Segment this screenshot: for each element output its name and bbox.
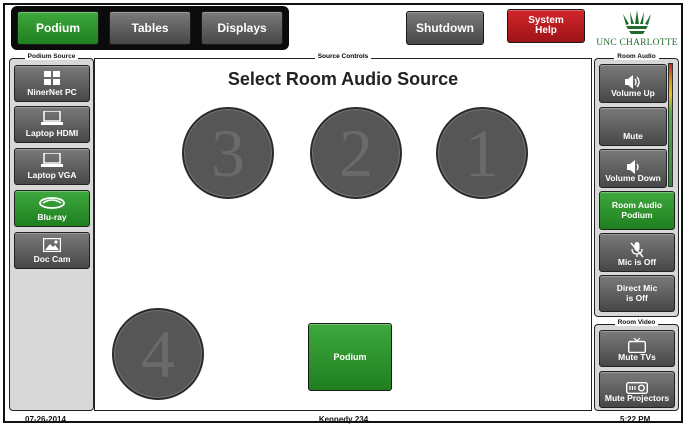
source-number: 1 — [465, 114, 499, 191]
image-icon — [43, 238, 61, 252]
volume-up-label: Volume Up — [611, 87, 655, 98]
room-video-panel: Room Video Mute TVs Mute Projectors — [594, 319, 679, 411]
source-number: 3 — [211, 114, 245, 191]
mute-tvs-button[interactable]: Mute TVs — [599, 330, 675, 367]
crown-logo-icon — [623, 10, 651, 34]
podium-source-panel: Podium Source NinerNet PC Laptop HDMI La… — [9, 53, 94, 411]
room-audio-title: Room Audio — [614, 53, 659, 60]
source-number: 4 — [141, 315, 175, 392]
nav-displays-button[interactable]: Displays — [201, 11, 283, 45]
volume-up-button[interactable]: Volume Up — [599, 64, 667, 103]
source-ninernet-pc-button[interactable]: NinerNet PC — [14, 65, 90, 102]
page-title: Select Room Audio Source — [227, 69, 459, 89]
source-label: Laptop HDMI — [25, 128, 79, 138]
audio-source-2-button[interactable]: 2 — [310, 107, 402, 199]
nav-podium-button[interactable]: Podium — [17, 11, 99, 45]
source-number: 2 — [339, 114, 373, 191]
room-audio-podium-button[interactable]: Room Audio Podium — [599, 191, 675, 230]
source-label: Laptop VGA — [27, 170, 77, 180]
mute-tvs-label: Mute TVs — [618, 351, 656, 362]
tv-icon — [628, 337, 646, 353]
source-label: NinerNet PC — [27, 87, 77, 97]
top-nav-bar: Podium Tables Displays — [11, 6, 289, 50]
laptop-icon — [41, 153, 63, 167]
source-doc-cam-button[interactable]: Doc Cam — [14, 232, 90, 269]
logo-text: UNC CHARLOTTE — [596, 38, 678, 48]
unc-charlotte-logo: UNC CHARLOTTE — [593, 10, 681, 52]
source-laptop-hdmi-button[interactable]: Laptop HDMI — [14, 106, 90, 143]
mute-projectors-label: Mute Projectors — [604, 392, 670, 403]
source-bluray-button[interactable]: Blu-ray — [14, 190, 90, 227]
system-help-button[interactable]: System Help — [507, 9, 585, 43]
source-laptop-vga-button[interactable]: Laptop VGA — [14, 148, 90, 185]
speaker-low-icon — [627, 159, 639, 174]
audio-source-3-button[interactable]: 3 — [182, 107, 274, 199]
source-label: Doc Cam — [33, 254, 71, 264]
source-controls-title: Source Controls — [314, 53, 372, 60]
nav-tables-button[interactable]: Tables — [109, 11, 191, 45]
podium-source-title: Podium Source — [24, 53, 79, 60]
source-label: Blu-ray — [37, 212, 67, 222]
mute-button[interactable]: Mute — [599, 107, 667, 146]
volume-level-meter — [668, 63, 673, 187]
room-audio-panel: Room Audio Volume Up Mute Volume Down Ro… — [594, 53, 679, 317]
room-video-title: Room Video — [614, 319, 659, 326]
audio-source-4-button[interactable]: 4 — [112, 308, 204, 400]
footer-time: 5:22 PM — [620, 415, 651, 424]
speaker-icon — [625, 74, 640, 89]
projector-icon — [626, 381, 648, 394]
direct-mic-button[interactable]: Direct Mic is Off — [599, 275, 675, 312]
mic-muted-icon — [630, 241, 644, 257]
audio-source-1-button[interactable]: 1 — [436, 107, 528, 199]
volume-down-label: Volume Down — [605, 172, 661, 183]
mute-label: Mute — [623, 130, 643, 141]
mic-off-button[interactable]: Mic is Off — [599, 233, 675, 272]
mic-off-label: Mic is Off — [617, 256, 657, 267]
windows-icon — [44, 71, 60, 85]
volume-down-button[interactable]: Volume Down — [599, 149, 667, 188]
mute-projectors-button[interactable]: Mute Projectors — [599, 371, 675, 408]
footer-room-name: Kennedy 234 — [318, 415, 369, 424]
bluray-icon — [39, 197, 65, 209]
audio-source-podium-button[interactable]: Podium — [308, 323, 392, 391]
laptop-icon — [41, 111, 63, 125]
shutdown-button[interactable]: Shutdown — [406, 11, 484, 45]
source-controls-panel: Source Controls Select Room Audio Source… — [94, 53, 592, 411]
